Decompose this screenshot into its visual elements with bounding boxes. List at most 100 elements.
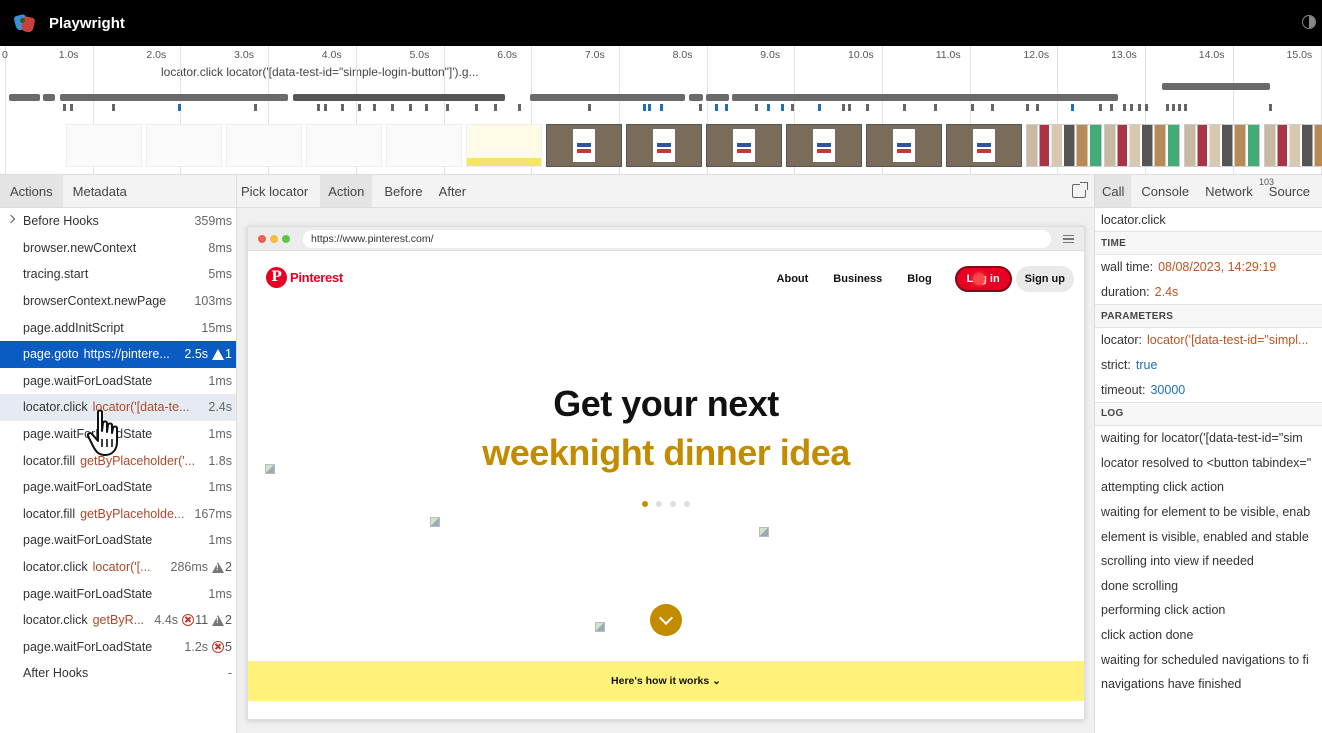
action-argument: getByR... <box>92 613 145 628</box>
action-row[interactable]: Before Hooks 359ms <box>0 208 236 235</box>
action-row[interactable]: locator.click locator('[... 286ms 2 <box>0 554 236 581</box>
broken-image-icon <box>430 517 440 527</box>
timeline-screenshot-thumbnail[interactable] <box>226 124 302 167</box>
warning-badge: 2 <box>212 560 232 574</box>
pager-dot[interactable] <box>684 501 690 507</box>
tab-pick-locator[interactable]: Pick locator <box>237 175 312 207</box>
timeline-screenshot-thumbnail[interactable] <box>1104 124 1180 167</box>
timeline-action-bar[interactable] <box>9 94 40 101</box>
timeline[interactable]: locator.click locator('[data-test-id="si… <box>0 46 1322 175</box>
timeline-event-marker <box>1071 104 1074 111</box>
pinterest-logo[interactable]: P Pinterest <box>266 267 343 288</box>
action-name: browser.newContext <box>23 240 137 255</box>
warning-count: 2 <box>225 560 232 575</box>
action-row[interactable]: page.goto https://pintere... 2.5s 1 <box>0 340 236 368</box>
nav-link-business[interactable]: Business <box>833 273 882 285</box>
theme-toggle-icon[interactable] <box>1302 15 1316 29</box>
timeline-screenshot-thumbnail[interactable] <box>1026 124 1102 167</box>
action-row[interactable]: After Hooks - <box>0 660 236 687</box>
action-duration: 8ms <box>208 240 232 255</box>
timeline-tick-label: 3.0s <box>234 49 254 61</box>
action-row[interactable]: page.waitForLoadState 1ms <box>0 368 236 395</box>
pager-dot[interactable] <box>642 501 648 507</box>
timeline-action-bar[interactable] <box>689 94 703 101</box>
action-row[interactable]: locator.fill getByPlaceholde... 167ms <box>0 501 236 528</box>
chevron-right-icon[interactable] <box>6 214 16 224</box>
action-row[interactable]: browserContext.newPage 103ms <box>0 288 236 315</box>
timeline-tick-label: 9.0s <box>760 49 781 61</box>
action-row[interactable]: browser.newContext 8ms <box>0 235 236 262</box>
timeline-screenshot-thumbnail[interactable] <box>386 124 462 167</box>
tab-console[interactable]: Console <box>1135 175 1195 207</box>
action-row[interactable]: page.waitForLoadState 1ms <box>0 580 236 607</box>
signup-button[interactable]: Sign up <box>1015 266 1074 292</box>
timeline-event-marker <box>1026 104 1029 111</box>
timeline-screenshot-thumbnail[interactable] <box>546 124 622 167</box>
action-row[interactable]: page.waitForLoadState 1ms <box>0 474 236 501</box>
timeline-action-bar[interactable] <box>732 94 1118 101</box>
timeline-event-marker <box>1172 104 1175 111</box>
tab-metadata[interactable]: Metadata <box>63 175 137 207</box>
timeline-screenshot-thumbnail[interactable] <box>66 124 142 167</box>
timeline-screenshot-thumbnail[interactable] <box>1264 124 1322 167</box>
hero-headline: Get your next <box>553 383 779 424</box>
timeline-event-marker <box>842 104 845 111</box>
action-duration: 1ms <box>208 480 232 495</box>
timeline-screenshot-thumbnail[interactable] <box>466 124 542 167</box>
how-it-works-banner[interactable]: Here's how it works ⌄ <box>248 661 1084 701</box>
timeline-screenshot-thumbnail[interactable] <box>866 124 942 167</box>
timeline-event-marker <box>1178 104 1181 111</box>
timeline-action-bar[interactable] <box>706 94 729 101</box>
warning-badge: 1 <box>212 347 232 361</box>
timeline-screenshot-thumbnail[interactable] <box>626 124 702 167</box>
popout-icon[interactable] <box>1072 182 1088 198</box>
tab-after[interactable]: After <box>435 175 470 207</box>
timeline-hover-label: locator.click locator('[data-test-id="si… <box>161 65 479 79</box>
action-row[interactable]: page.waitForLoadState 1.2s 5 <box>0 634 236 661</box>
timeline-screenshot-thumbnail[interactable] <box>706 124 782 167</box>
timeline-action-bar[interactable] <box>530 94 685 101</box>
browser-chrome: https://www.pinterest.com/ <box>248 227 1084 251</box>
action-row[interactable]: page.addInitScript 15ms <box>0 314 236 341</box>
nav-link-about[interactable]: About <box>777 273 809 285</box>
broken-image-icon <box>265 464 275 474</box>
pager-dot[interactable] <box>656 501 662 507</box>
login-button[interactable]: Log in <box>954 266 1012 292</box>
action-duration: 15ms <box>201 320 232 335</box>
timeline-screenshot-thumbnail[interactable] <box>786 124 862 167</box>
timeline-tick-label: 14.0s <box>1198 49 1225 61</box>
tab-before[interactable]: Before <box>380 175 426 207</box>
timeline-action-bar[interactable] <box>60 94 288 101</box>
timeline-event-marker <box>660 104 663 111</box>
tab-network[interactable]: Network <box>1199 175 1259 207</box>
tab-action[interactable]: Action <box>320 175 373 207</box>
action-row[interactable]: tracing.start 5ms <box>0 261 236 288</box>
timeline-action-bar[interactable] <box>43 94 55 101</box>
timeline-action-bar[interactable] <box>293 94 505 101</box>
warning-count: 1 <box>225 347 232 362</box>
action-row[interactable]: page.waitForLoadState 1ms <box>0 527 236 554</box>
timeline-event-marker <box>317 104 320 111</box>
timeline-tick-label: 7.0s <box>584 49 605 61</box>
timeline-screenshot-thumbnail[interactable] <box>946 124 1022 167</box>
details-panel: Call Console Network Source 103 locator.… <box>1095 175 1322 733</box>
chevron-down-icon[interactable] <box>650 604 682 636</box>
action-row[interactable]: locator.click getByR... 4.4s 11 2 <box>0 607 236 634</box>
action-name: page.waitForLoadState <box>23 373 153 388</box>
action-name: locator.fill <box>23 506 76 521</box>
timeline-tick-label: 15.0s <box>1286 49 1313 61</box>
tab-call[interactable]: Call <box>1095 175 1132 207</box>
action-name: page.waitForLoadState <box>23 533 153 548</box>
action-duration: 1ms <box>208 533 232 548</box>
timeline-screenshot-thumbnail[interactable] <box>146 124 222 167</box>
action-duration: 2.4s <box>208 400 232 415</box>
nav-link-blog[interactable]: Blog <box>907 273 931 285</box>
action-duration: 1ms <box>208 586 232 601</box>
timeline-screenshot-thumbnail[interactable] <box>1184 124 1260 167</box>
tab-actions[interactable]: Actions <box>0 175 63 207</box>
pager-dot[interactable] <box>670 501 676 507</box>
timeline-action-bar[interactable] <box>1162 83 1270 90</box>
timeline-screenshot-thumbnail[interactable] <box>306 124 382 167</box>
timeline-event-marker <box>791 104 794 111</box>
timeline-event-marker <box>1130 104 1133 111</box>
